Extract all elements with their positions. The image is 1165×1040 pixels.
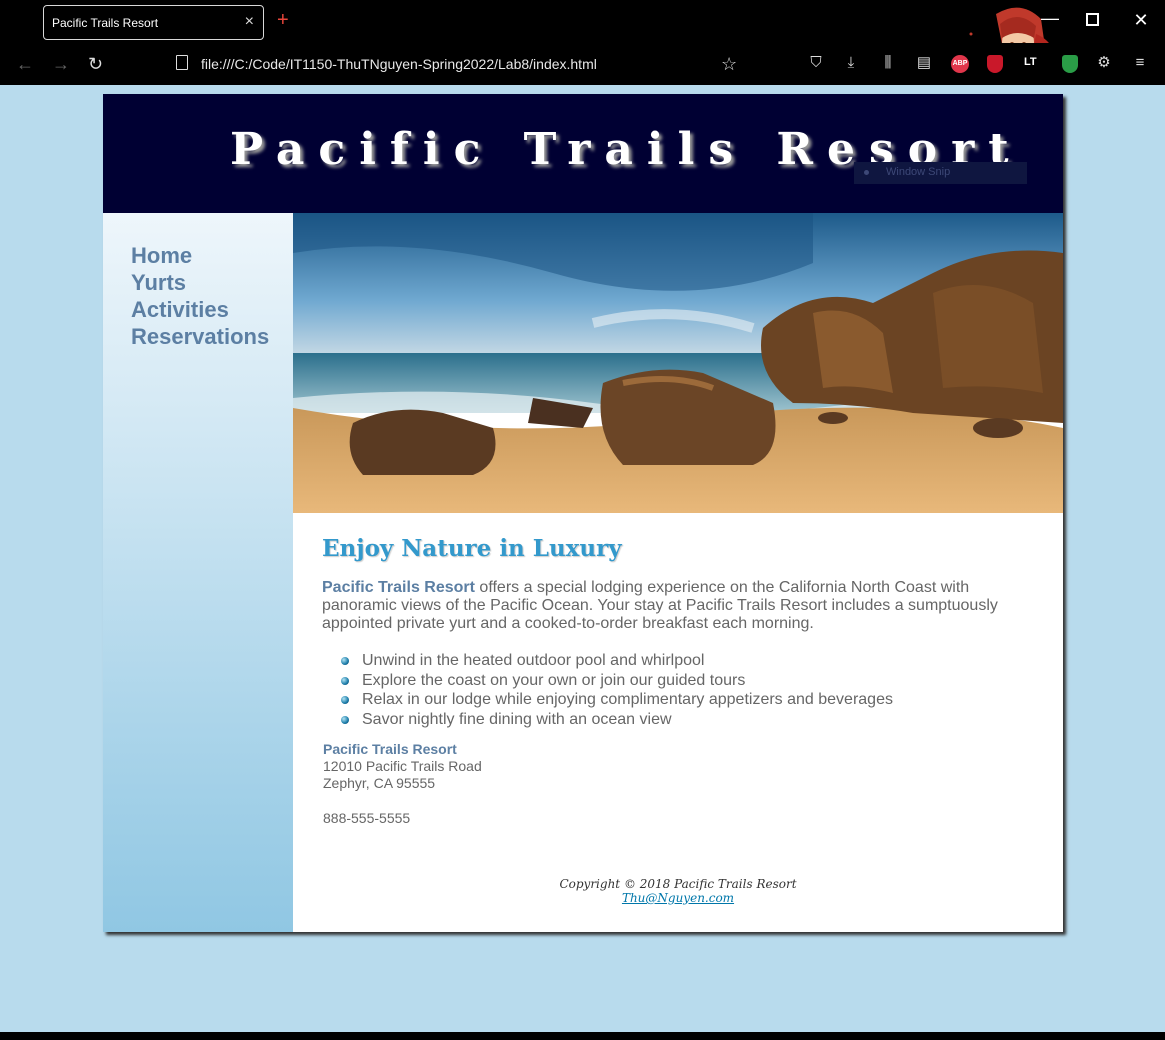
list-item: Explore the coast on your own or join ou…	[339, 671, 893, 691]
site-wrapper: Pacific Trails Resort Window Snip Home Y…	[103, 94, 1063, 932]
settings-gear-icon[interactable]: ⚙	[1094, 53, 1114, 73]
features-list: Unwind in the heated outdoor pool and wh…	[339, 651, 893, 729]
bullet-icon	[341, 676, 349, 685]
new-tab-icon[interactable]: +	[277, 10, 289, 30]
ublock-icon[interactable]	[987, 55, 1003, 73]
contact-street: 12010 Pacific Trails Road	[323, 758, 482, 774]
page-viewport: Pacific Trails Resort Window Snip Home Y…	[0, 85, 1165, 1032]
feature-text: Relax in our lodge while enjoying compli…	[362, 691, 893, 708]
main-content: Enjoy Nature in Luxury Pacific Trails Re…	[293, 513, 1063, 932]
window-snip-overlay: Window Snip	[854, 162, 1027, 184]
site-header: Pacific Trails Resort Window Snip	[103, 94, 1063, 213]
page-icon	[176, 55, 188, 70]
contact-phone: 888-555-5555	[323, 810, 411, 826]
snip-dot-icon	[864, 170, 869, 175]
tab-close-icon[interactable]: ×	[245, 13, 254, 31]
tab-title: Pacific Trails Resort	[52, 16, 159, 30]
download-icon[interactable]: ⤓	[841, 53, 861, 73]
forward-icon[interactable]: →	[52, 54, 70, 74]
list-item: Unwind in the heated outdoor pool and wh…	[339, 651, 893, 671]
nav-link-yurts[interactable]: Yurts	[131, 269, 269, 296]
intro-resort-name: Pacific Trails Resort	[322, 579, 475, 596]
browser-tabbar: Pacific Trails Resort × + — ✕	[0, 0, 1165, 85]
feature-text: Explore the coast on your own or join ou…	[362, 671, 746, 689]
maximize-icon[interactable]	[1086, 13, 1099, 26]
sidebar-icon[interactable]: ▤	[914, 53, 934, 73]
bookmark-star-icon[interactable]: ☆	[721, 54, 737, 74]
nav-link-home[interactable]: Home	[131, 242, 269, 269]
privacy-shield-icon[interactable]	[1062, 55, 1078, 73]
contact-name: Pacific Trails Resort	[323, 741, 457, 757]
copyright-text: Copyright © 2018 Pacific Trails Resort	[559, 877, 797, 891]
close-window-icon[interactable]: ✕	[1131, 10, 1151, 31]
page-heading: Enjoy Nature in Luxury	[322, 535, 622, 562]
reload-icon[interactable]: ↻	[88, 54, 103, 74]
back-icon[interactable]: ←	[16, 54, 34, 74]
snip-label: Window Snip	[886, 166, 951, 178]
intro-paragraph: Pacific Trails Resort offers a special l…	[322, 579, 1022, 633]
list-item: Relax in our lodge while enjoying compli…	[339, 690, 893, 710]
bullet-icon	[341, 696, 349, 704]
feature-text: Unwind in the heated outdoor pool and wh…	[362, 652, 705, 669]
site-footer: Copyright © 2018 Pacific Trails Resort T…	[293, 877, 1063, 905]
address-bar[interactable]: file:///C:/Code/IT1150-ThuTNguyen-Spring…	[201, 56, 597, 72]
contact-city: Zephyr, CA 95555	[323, 775, 436, 791]
site-nav: Home Yurts Activities Reservations	[103, 213, 293, 932]
nav-link-reservations[interactable]: Reservations	[131, 323, 269, 350]
feature-text: Savor nightly fine dining with an ocean …	[362, 710, 672, 728]
bullet-icon	[341, 715, 349, 724]
taskbar-strip	[0, 1032, 1165, 1040]
bullet-icon	[341, 657, 349, 665]
languagetool-icon[interactable]: LT	[1024, 56, 1037, 68]
contact-address: Pacific Trails Resort 12010 Pacific Trai…	[323, 741, 482, 792]
list-item: Savor nightly fine dining with an ocean …	[339, 710, 893, 730]
library-icon[interactable]: ⫼	[878, 53, 898, 73]
nav-link-activities[interactable]: Activities	[131, 296, 269, 323]
pocket-icon[interactable]: ⛉	[806, 53, 826, 73]
hero-beach-image	[293, 213, 1063, 513]
adblock-plus-icon[interactable]: ABP	[951, 55, 969, 73]
browser-tab[interactable]: Pacific Trails Resort ×	[43, 5, 264, 40]
minimize-icon[interactable]: —	[1040, 8, 1060, 29]
email-link[interactable]: Thu@Nguyen.com	[622, 891, 734, 905]
menu-icon[interactable]: ≡	[1130, 53, 1150, 73]
